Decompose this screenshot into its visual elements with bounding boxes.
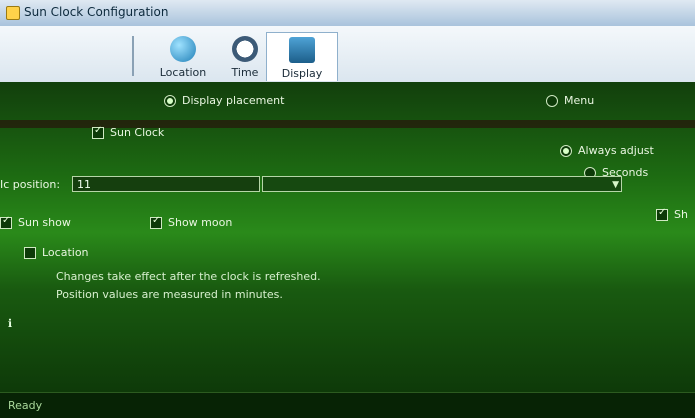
always-adjust-label: Always adjust [578, 144, 654, 157]
window-title: Sun Clock Configuration [24, 5, 169, 19]
chevron-down-icon: ▼ [612, 180, 619, 190]
sun-clock-icon [6, 6, 20, 20]
menu-radio[interactable] [546, 94, 558, 107]
always-adjust-radio[interactable] [560, 144, 572, 157]
show-moon-checkbox[interactable] [150, 215, 162, 229]
info-icon: ℹ [7, 317, 13, 330]
always-adjust-option[interactable]: Always adjust [560, 144, 654, 157]
tab-display[interactable]: Display [266, 32, 338, 81]
display-placement-radio[interactable] [164, 94, 176, 107]
sh-checkbox[interactable] [656, 207, 668, 221]
position-combo[interactable]: ▼ [262, 176, 622, 192]
info-note-1: Changes take effect after the clock is r… [56, 270, 321, 283]
show-moon-option[interactable]: Show moon [150, 215, 233, 229]
sun-clock-label: Sun Clock [110, 126, 165, 139]
info-note-2: Position values are measured in minutes. [56, 288, 283, 301]
location-label: Location [42, 246, 89, 259]
sun-clock-checkbox[interactable] [92, 125, 104, 139]
status-text: Ready [8, 399, 43, 412]
sun-show-checkbox[interactable] [0, 215, 12, 229]
clock-icon [232, 36, 258, 62]
tab-location[interactable]: Location [148, 32, 218, 80]
title-bar: Sun Clock Configuration [0, 0, 695, 27]
menu-option[interactable]: Menu [546, 94, 594, 107]
ribbon-separator [132, 36, 134, 76]
tab-display-label: Display [281, 67, 323, 80]
sun-clock-option[interactable]: Sun Clock [92, 125, 165, 139]
monitor-icon [289, 37, 315, 63]
globe-icon [170, 36, 196, 62]
location-option[interactable]: Location [24, 246, 89, 259]
menu-label: Menu [564, 94, 595, 107]
status-bar: Ready [0, 392, 695, 418]
sun-show-label: Sun show [18, 216, 71, 229]
sh-option[interactable]: Sh [656, 207, 688, 221]
ribbon: Location Time Display [0, 26, 695, 83]
sh-label: Sh [674, 208, 688, 221]
display-settings-panel: Display placement Menu Sun Clock Always … [0, 82, 695, 417]
show-moon-label: Show moon [168, 216, 233, 229]
position-input[interactable]: 11 [72, 176, 260, 192]
sun-show-option[interactable]: Sun show [0, 215, 71, 229]
tab-location-label: Location [159, 66, 207, 79]
position-label: Ic position: [0, 178, 61, 191]
location-checkbox[interactable] [24, 246, 36, 259]
display-placement-option[interactable]: Display placement [164, 94, 284, 107]
display-placement-label: Display placement [182, 94, 285, 107]
